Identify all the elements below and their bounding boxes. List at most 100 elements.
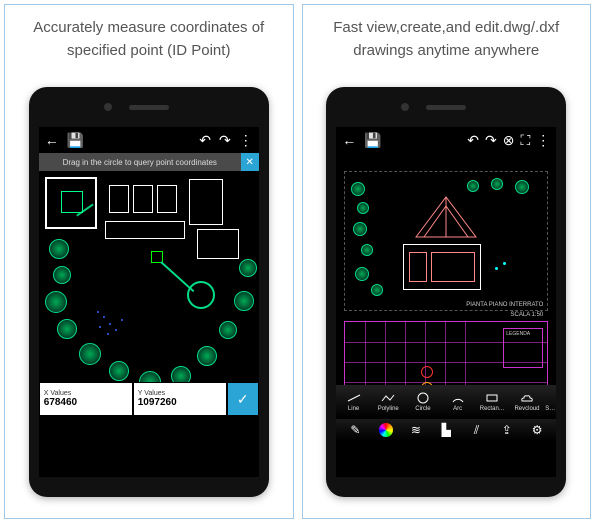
promo-panel-2: Fast view,create,and edit.dwg/.dxf drawi… [302,4,592,519]
layers-icon[interactable]: ≋ [408,422,424,438]
back-icon[interactable]: ← [45,132,59,148]
plan-scale: SCALA 1:50 [511,312,544,318]
cad-canvas[interactable]: PIANTA PIANO INTERRATO LEGENDA [336,153,556,441]
column-icon [421,366,433,378]
caption: Fast view,create,and edit.dwg/.dxf drawi… [311,17,583,67]
caption: Accurately measure coordinates of specif… [13,17,285,67]
more-icon[interactable]: ⋮ [536,132,550,149]
circle-icon [415,392,431,404]
phone-frame: ← 💾 ↶ ↷ ⊗ ⛶ ⋮ [326,87,566,497]
tool-line[interactable]: Line [336,392,371,412]
promo-panel-1: Accurately measure coordinates of specif… [4,4,294,519]
tool-arc[interactable]: Arc [440,392,475,412]
save-icon[interactable]: 💾 [364,132,381,149]
tree-icon [355,267,369,281]
tool-more[interactable]: S… [544,392,556,412]
coordinate-readout: X Values 678460 Y Values 1097260 ✓ [39,382,259,416]
screen: ← 💾 ↶ ↷ ⋮ Drag in the circle to query po… [39,127,259,477]
point [121,319,123,321]
settings-icon[interactable]: ⚙ [529,422,545,438]
shape-icon [542,392,556,404]
x-value-cell: X Values 678460 [40,383,132,415]
redo-icon[interactable]: ↷ [485,132,497,149]
room-outline [431,252,475,282]
tool-rectangle[interactable]: Rectan… [475,392,510,412]
polyline-icon [380,392,396,404]
tree-icon [371,284,383,296]
back-icon[interactable]: ← [342,132,356,148]
x-value: 678460 [44,397,128,408]
point [503,262,506,265]
cloud-icon [519,392,535,404]
tool-polyline[interactable]: Polyline [371,392,406,412]
point [99,326,101,328]
save-icon[interactable]: 💾 [67,132,84,149]
arc-icon [450,392,466,404]
measure-icon[interactable]: ⫽ [469,422,485,438]
x-label: X Values [44,390,128,397]
color-icon[interactable] [378,422,394,438]
room-outline [409,252,427,282]
edit-icon[interactable]: ✎ [347,422,363,438]
tree-icon [79,343,101,365]
undo-icon[interactable]: ↶ [199,132,211,149]
phone-speaker [426,105,466,110]
hint-text: Drag in the circle to query point coordi… [39,158,241,167]
bottom-bar: ✎ ≋ ▙ ⫽ ⇪ ⚙ [336,419,556,441]
legend-box: LEGENDA [503,328,543,368]
target-circle[interactable] [187,281,215,309]
fullscreen-icon[interactable]: ⛶ [520,132,530,149]
cad-canvas[interactable]: X Values 678460 Y Values 1097260 ✓ [39,171,259,431]
point [115,329,117,331]
tool-circle[interactable]: Circle [406,392,441,412]
tree-icon [515,180,529,194]
building-outline [105,221,185,239]
phone-frame: ← 💾 ↶ ↷ ⋮ Drag in the circle to query po… [29,87,269,497]
point [107,333,109,335]
phone-camera [401,103,409,111]
point [495,267,498,270]
point [103,316,105,318]
tree-icon [491,178,503,190]
phone-speaker [129,105,169,110]
app-topbar: ← 💾 ↶ ↷ ⊗ ⛶ ⋮ [336,127,556,153]
tree-icon [45,291,67,313]
building-outline [157,185,177,213]
hint-close-icon[interactable]: ✕ [241,153,259,171]
app-topbar: ← 💾 ↶ ↷ ⋮ [39,127,259,153]
tree-icon [53,266,71,284]
phone-camera [104,103,112,111]
tree-icon [57,319,77,339]
layout-icon[interactable]: ▙ [438,422,454,438]
undo-icon[interactable]: ↶ [467,132,479,149]
building-outline [133,185,153,213]
tree-icon [234,291,254,311]
line-icon [346,392,362,404]
roof-plan [406,192,486,242]
tree-icon [351,182,365,196]
point [109,323,111,325]
tree-icon [467,180,479,192]
hint-bar: Drag in the circle to query point coordi… [39,153,259,171]
zoom-extents-icon[interactable]: ⊗ [503,132,515,149]
tree-icon [353,222,367,236]
screen: ← 💾 ↶ ↷ ⊗ ⛶ ⋮ [336,127,556,477]
rectangle-icon [484,392,500,404]
confirm-button[interactable]: ✓ [228,383,258,415]
y-label: Y Values [138,390,222,397]
tree-icon [109,361,129,381]
tree-icon [49,239,69,259]
draw-toolbar: Line Polyline Circle Arc [336,385,556,419]
y-value: 1097260 [138,397,222,408]
tree-icon [361,244,373,256]
plan-title: PIANTA PIANO INTERRATO [466,302,543,308]
export-icon[interactable]: ⇪ [499,422,515,438]
tree-icon [357,202,369,214]
building-outline [189,179,223,225]
more-icon[interactable]: ⋮ [239,132,253,149]
redo-icon[interactable]: ↷ [219,132,231,149]
tree-icon [219,321,237,339]
magnifier [45,177,97,229]
tool-revcloud[interactable]: Revcloud [510,392,545,412]
point [97,311,99,313]
